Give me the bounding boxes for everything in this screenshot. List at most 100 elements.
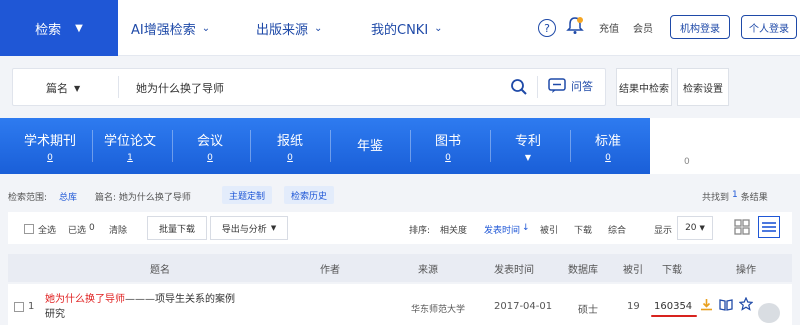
- col-date: 发表时间: [494, 265, 534, 276]
- nav-source-label: 出版来源: [256, 22, 309, 38]
- caret-down-icon: ▼: [699, 224, 705, 232]
- tab-label: 报纸: [276, 133, 303, 149]
- tab-journals[interactable]: 学术期刊 0: [14, 118, 86, 174]
- select-all-label[interactable]: 全选: [38, 223, 56, 236]
- field-select[interactable]: 篇名 ▼: [46, 80, 80, 96]
- result-count-suffix: 条结果: [740, 193, 768, 203]
- favorite-icon[interactable]: [738, 296, 754, 314]
- tab-newspaper[interactable]: 报纸 0: [254, 118, 326, 174]
- tab-label: 年鉴: [356, 138, 383, 154]
- divider: [250, 130, 251, 162]
- member-link[interactable]: 会员: [633, 20, 653, 35]
- search-condition: 篇名: 她为什么换了导师: [95, 193, 191, 203]
- row-date: 2017-04-01: [494, 301, 553, 312]
- bell-icon[interactable]: [566, 16, 584, 39]
- other-count: 0: [684, 157, 690, 167]
- batch-download-button[interactable]: 批量下载: [147, 216, 207, 240]
- read-icon[interactable]: [719, 298, 733, 314]
- result-count: 共找到 1 条结果: [702, 190, 768, 203]
- divider: [172, 130, 173, 162]
- tab-count: 1: [127, 152, 133, 163]
- search-settings-button[interactable]: 检索设置: [677, 68, 729, 106]
- clear-button[interactable]: 清除: [109, 223, 127, 236]
- nav-source[interactable]: 出版来源 ⌄: [256, 0, 322, 56]
- tab-label: 会议: [196, 133, 223, 149]
- tab-label: 标准: [594, 133, 621, 149]
- tab-label: 学术期刊: [23, 133, 76, 149]
- sort-date[interactable]: 发表时间 ↓: [484, 223, 530, 236]
- result-count-number: 1: [732, 190, 738, 200]
- list-view-icon[interactable]: [758, 216, 780, 238]
- tab-count: 0: [287, 152, 293, 163]
- help-icon[interactable]: ?: [538, 19, 556, 37]
- nav-mycnki[interactable]: 我的CNKI ⌄: [371, 0, 443, 56]
- personal-login-button[interactable]: 个人登录: [741, 15, 797, 39]
- tab-standards[interactable]: 标准 0: [572, 118, 644, 174]
- chevron-down-icon: ▼: [75, 22, 83, 34]
- tab-label: 图书: [434, 133, 461, 149]
- col-database: 数据库: [568, 265, 598, 276]
- divider: [410, 130, 411, 162]
- sort-relevance[interactable]: 相关度: [440, 223, 467, 236]
- row-title[interactable]: 她为什么换了导师———项导生关系的案例 研究: [45, 292, 307, 322]
- col-cited: 被引: [623, 265, 643, 276]
- divider: [570, 130, 571, 162]
- download-icon[interactable]: [700, 298, 713, 314]
- title-highlight: 她为什么换了导师: [45, 294, 125, 305]
- tab-theses[interactable]: 学位论文 1: [94, 118, 166, 174]
- caret-down-icon: ▼: [74, 83, 81, 93]
- tab-count: 0: [605, 152, 611, 163]
- select-all-checkbox[interactable]: [24, 224, 34, 234]
- search-icon[interactable]: [510, 78, 528, 99]
- search-in-results-button[interactable]: 结果中检索: [616, 68, 672, 106]
- caret-down-icon: ▼: [270, 224, 277, 232]
- chat-icon: [548, 78, 566, 93]
- search-history-button[interactable]: 检索历史: [284, 186, 335, 204]
- underline-annotation: [651, 315, 697, 317]
- row-cited[interactable]: 19: [627, 301, 640, 312]
- topic-custom-button[interactable]: 主题定制: [222, 186, 273, 204]
- title-rest: ———项导生关系的案例: [125, 294, 235, 305]
- selected-count: 已选 0: [68, 223, 95, 236]
- tab-label: 学位论文: [103, 133, 156, 149]
- selected-label: 已选: [68, 226, 87, 236]
- col-source: 来源: [418, 265, 438, 276]
- export-analysis-button[interactable]: 导出与分析 ▼: [210, 216, 288, 240]
- row-index: 1: [28, 301, 35, 312]
- sort-label: 排序:: [409, 226, 431, 236]
- tab-yearbook[interactable]: 年鉴: [334, 118, 406, 174]
- search-input[interactable]: 她为什么换了导师: [136, 80, 224, 96]
- tab-books[interactable]: 图书 0: [412, 118, 484, 174]
- sort-date-label: 发表时间: [484, 226, 521, 236]
- category-bar-rest: [650, 118, 800, 174]
- export-label: 导出与分析: [221, 224, 267, 235]
- nav-search-tab[interactable]: 检索 ▼: [0, 0, 118, 56]
- sort-cited[interactable]: 被引: [540, 223, 558, 236]
- sort-download[interactable]: 下载: [574, 223, 592, 236]
- page-size-value: 20: [685, 223, 697, 233]
- nav-mycnki-label: 我的CNKI: [371, 22, 429, 38]
- sort-composite[interactable]: 综合: [608, 223, 626, 236]
- grid-view-icon[interactable]: [734, 219, 750, 238]
- row-source[interactable]: 华东师范大学: [411, 302, 465, 315]
- page-size-label: 显示: [654, 226, 673, 236]
- org-login-button[interactable]: 机构登录: [670, 15, 730, 39]
- tab-label: 专利: [514, 134, 541, 149]
- arrow-down-icon: ↓: [522, 223, 530, 233]
- scope-value[interactable]: 总库: [59, 190, 77, 203]
- page-size-select[interactable]: 20 ▼: [677, 216, 713, 240]
- col-title: 题名: [150, 265, 170, 276]
- chevron-down-icon: ⌄: [434, 22, 443, 34]
- tab-conference[interactable]: 会议 0: [174, 118, 246, 174]
- scope-label: 检索范围:: [8, 193, 48, 203]
- qa-button[interactable]: 问答: [548, 78, 593, 94]
- row-checkbox[interactable]: [14, 302, 24, 312]
- nav-ai-search[interactable]: AI增强检索 ⌄: [131, 0, 210, 56]
- tab-patents[interactable]: 专利 ▼: [492, 118, 564, 174]
- row-downloads[interactable]: 160354: [654, 301, 692, 312]
- title-line2: 研究: [45, 309, 65, 320]
- col-downloads: 下载: [662, 265, 682, 276]
- result-count-prefix: 共找到: [702, 193, 730, 203]
- recharge-link[interactable]: 充值: [599, 20, 619, 35]
- quote-icon[interactable]: [758, 303, 780, 323]
